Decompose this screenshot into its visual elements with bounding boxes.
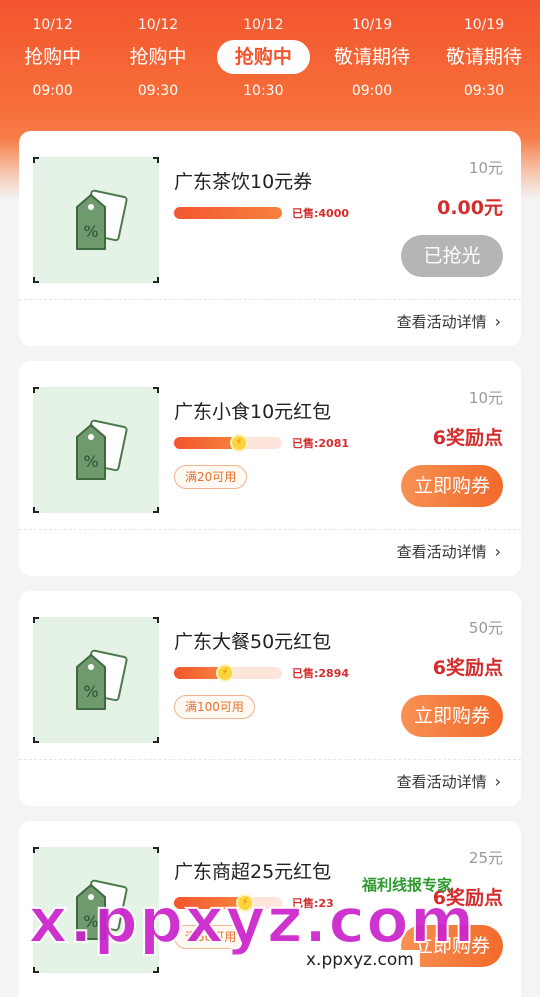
coupon-card: % 广东茶饮10元券 已售:4000 10元 0.00元 已抢光 查看活动详情 … (19, 131, 521, 346)
chevron-right-icon: › (494, 772, 501, 791)
view-details-link[interactable]: 查看活动详情 › (397, 311, 501, 332)
chevron-right-icon: › (494, 312, 501, 331)
view-details-label: 查看活动详情 (396, 773, 487, 791)
tab-session-3[interactable]: 10/12 抢购中 10:30 (211, 14, 316, 114)
coupon-title: 广东商超25元红包 (174, 861, 332, 883)
sold-count: 已售:2894 (292, 667, 350, 680)
lightning-icon: ⚡ (236, 894, 254, 912)
lightning-icon: ⚡ (216, 664, 234, 682)
tab-date: 10/12 (243, 17, 284, 33)
face-value: 10元 (468, 159, 503, 177)
face-value: 50元 (468, 619, 503, 637)
price: 6奖励点 (432, 427, 503, 449)
tab-time: 10:30 (243, 83, 284, 99)
tab-status: 抢购中 (24, 46, 82, 68)
min-spend-tag: 满50可用 (174, 925, 248, 949)
tab-date: 10/12 (137, 17, 179, 33)
tab-status-active: 抢购中 (216, 40, 310, 74)
lightning-icon: ⚡ (230, 434, 248, 452)
coupon-title: 广东茶饮10元券 (174, 171, 313, 193)
sales-progress-bar: ⚡ (174, 894, 282, 912)
price-tag-percent-icon: % (76, 189, 128, 250)
tab-date: 10/19 (351, 17, 393, 33)
sales-progress-bar: ⚡ (174, 434, 282, 452)
sold-count: 已售:4000 (292, 207, 350, 220)
face-value: 25元 (468, 849, 503, 867)
price: 6奖励点 (432, 657, 503, 679)
sold-out-button[interactable]: 已抢光 (401, 235, 503, 277)
card-divider (19, 299, 521, 300)
svg-text:%: % (83, 912, 98, 931)
view-details-link[interactable]: 查看活动详情 › (397, 541, 501, 562)
coupon-title: 广东大餐50元红包 (174, 631, 332, 653)
svg-text:%: % (83, 452, 98, 471)
session-tabs: 10/12 抢购中 09:00 10/12 抢购中 09:30 10/12 抢购… (0, 14, 540, 114)
tab-status: 敬请期待 (446, 46, 523, 68)
coupon-thumbnail: % (33, 387, 159, 513)
tab-time: 09:00 (32, 83, 73, 99)
coupon-thumbnail: % (33, 157, 159, 283)
buy-coupon-button[interactable]: 立即购券 (401, 465, 503, 507)
coupon-card: % 广东大餐50元红包 ⚡ 已售:2894 满100可用 50元 6奖励点 立即… (19, 591, 521, 806)
price-tag-percent-icon: % (76, 879, 128, 940)
price: 0.00元 (437, 197, 503, 219)
tab-session-4[interactable]: 10/19 敬请期待 09:00 (316, 14, 428, 114)
progress-fill (174, 897, 245, 909)
svg-text:%: % (83, 682, 98, 701)
tab-time: 09:00 (351, 83, 393, 99)
sales-progress-bar (174, 207, 282, 219)
coupon-card: % 广东小食10元红包 ⚡ 已售:2081 满20可用 10元 6奖励点 立即购… (19, 361, 521, 576)
tab-date: 10/19 (463, 17, 505, 33)
svg-text:%: % (83, 222, 98, 241)
min-spend-tag: 满20可用 (174, 465, 248, 489)
min-spend-tag: 满100可用 (174, 695, 255, 719)
card-divider (19, 759, 521, 760)
coupon-card: % 广东商超25元红包 ⚡ 已售:23 满50可用 25元 6奖励点 立即购券 (19, 821, 521, 997)
tab-time: 09:30 (463, 83, 505, 99)
price-tag-percent-icon: % (76, 419, 128, 480)
face-value: 10元 (468, 389, 503, 407)
tab-date: 10/12 (32, 17, 73, 33)
chevron-right-icon: › (494, 542, 501, 561)
tab-status: 抢购中 (129, 46, 187, 68)
view-details-link[interactable]: 查看活动详情 › (397, 771, 501, 792)
sold-count: 已售:2081 (292, 437, 350, 450)
view-details-label: 查看活动详情 (396, 313, 487, 331)
tab-time: 09:30 (137, 83, 179, 99)
tab-status: 敬请期待 (333, 46, 410, 68)
sales-progress-bar: ⚡ (174, 664, 282, 682)
coupon-thumbnail: % (33, 617, 159, 743)
card-divider (19, 529, 521, 530)
view-details-label: 查看活动详情 (396, 543, 487, 561)
sold-count: 已售:23 (292, 897, 334, 910)
coupon-thumbnail: % (33, 847, 159, 973)
buy-coupon-button[interactable]: 立即购券 (401, 695, 503, 737)
tab-session-1[interactable]: 10/12 抢购中 09:00 (0, 14, 105, 114)
coupon-title: 广东小食10元红包 (174, 401, 332, 423)
price: 6奖励点 (432, 887, 503, 909)
tab-session-5[interactable]: 10/19 敬请期待 09:30 (428, 14, 540, 114)
progress-fill (174, 207, 282, 219)
tab-session-2[interactable]: 10/12 抢购中 09:30 (105, 14, 210, 114)
buy-coupon-button[interactable]: 立即购券 (401, 925, 503, 967)
price-tag-percent-icon: % (76, 649, 128, 710)
